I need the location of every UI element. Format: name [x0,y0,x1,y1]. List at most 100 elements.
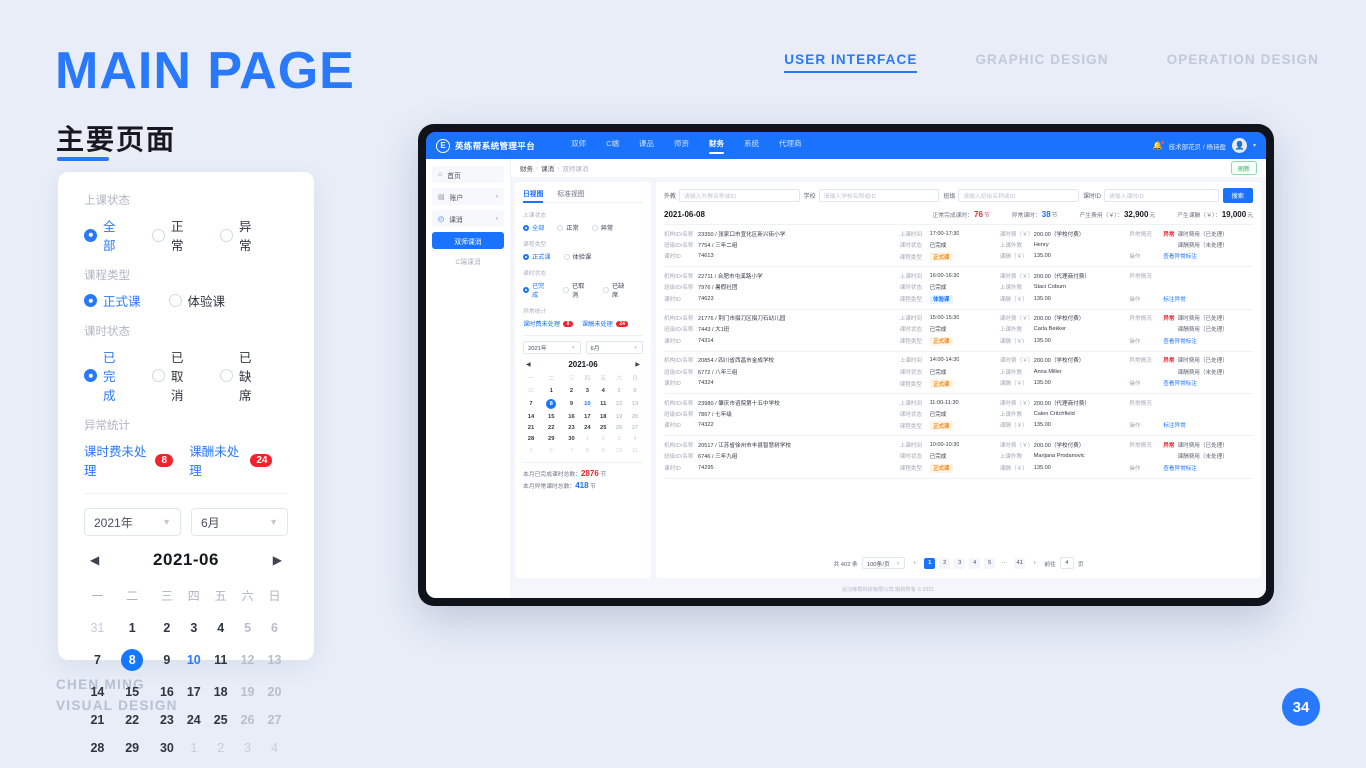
detail-cal-day-cell[interactable]: 30 [153,734,180,762]
app-nav-item-4[interactable]: 财务 [709,138,725,154]
app-cal-day-cell[interactable]: 5 [523,445,539,456]
app-cal-day-cell[interactable]: 1 [539,385,564,396]
app-nav-item-2[interactable]: 课品 [639,138,654,153]
detail-stat-link-0[interactable]: 课时费未处理 8 [84,441,174,479]
detail-cal-day-cell[interactable]: 11 [207,642,234,678]
detail-radio-2-2[interactable]: 已缺席 [220,347,260,404]
sidebar-subitem[interactable]: C端课消 [432,254,504,268]
pagination-page-4[interactable]: 5 [984,557,996,569]
app-cal-day-cell[interactable]: 6 [627,385,643,396]
app-cal-day-cell[interactable]: 9 [564,396,580,411]
app-cal-day-cell[interactable]: 4 [627,434,643,445]
app-cal-day-cell[interactable]: 14 [523,411,539,422]
table-row[interactable]: 机构ID/名称 20854 / 四川省西昌市金成学校 班级ID/名称 6772 / 八… [664,352,1253,395]
detail-cal-day-cell[interactable]: 31 [84,614,111,642]
pagination-page-2[interactable]: 3 [954,557,966,569]
detail-cal-day-cell[interactable]: 2 [153,614,180,642]
app-cal-day-cell[interactable]: 4 [595,385,611,396]
app-radio-0-0[interactable]: 全部 [523,223,544,232]
pagination-next[interactable]: › [1029,558,1040,569]
detail-radio-2-1[interactable]: 已取消 [152,347,192,404]
detail-cal-day-cell[interactable]: 3 [234,734,261,762]
app-cal-day-cell[interactable]: 7 [523,396,539,411]
pagination-page-1[interactable]: 2 [939,557,951,569]
sidebar-item-2[interactable]: ◴ 课消 ▾ [432,210,504,227]
detail-cal-day-cell[interactable]: 4 [261,734,288,762]
app-cal-day-cell[interactable]: 29 [539,434,564,445]
app-cal-day-cell[interactable]: 31 [523,385,539,396]
detail-cal-day-cell[interactable]: 25 [207,706,234,734]
search-input-3[interactable]: 请输入课时ID [1103,189,1219,202]
app-cal-day-cell[interactable]: 10 [579,396,595,411]
detail-cal-day-cell[interactable]: 1 [180,734,207,762]
app-cal-day-cell[interactable]: 2 [564,385,580,396]
table-row[interactable]: 机构ID/名称 22711 / 合肥市屯溪路小学 班级ID/名称 7976 / 暑假社… [664,267,1253,310]
row-action-link[interactable]: 查看异常标注 [1163,337,1197,345]
pagination-page-3[interactable]: 4 [969,557,981,569]
detail-cal-day-cell[interactable]: 19 [234,678,261,706]
search-input-0[interactable]: 请输入外教名称或ID [679,189,800,202]
app-cal-day-cell[interactable]: 7 [564,445,580,456]
detail-cal-day-cell[interactable]: 5 [234,614,261,642]
detail-radio-0-0[interactable]: 全部 [84,216,124,254]
month-select[interactable]: 6月 ▼ [191,508,288,536]
app-radio-2-0[interactable]: 已完成 [523,281,550,299]
pagination-goto-input[interactable]: 4 [1059,557,1074,569]
search-button[interactable]: 搜索 [1222,188,1253,203]
app-cal-day-cell[interactable]: 21 [523,423,539,434]
app-nav-item-6[interactable]: 代理商 [779,138,802,153]
detail-cal-day-cell[interactable]: 10 [180,642,207,678]
app-cal-day-cell[interactable]: 9 [595,445,611,456]
calendar-next-icon[interactable]: ▶ [273,553,282,567]
app-cal-day-cell[interactable]: 18 [595,411,611,422]
detail-radio-2-0[interactable]: 已完成 [84,347,124,404]
detail-cal-day-cell[interactable]: 3 [180,614,207,642]
detail-cal-day-cell[interactable]: 24 [180,706,207,734]
detail-radio-0-2[interactable]: 异常 [220,216,260,254]
app-cal-day-cell[interactable]: 3 [579,385,595,396]
chevron-down-icon[interactable]: ▾ [1253,142,1256,149]
row-action-link[interactable]: 查看异常标注 [1163,464,1197,472]
slide-nav-item-2[interactable]: OPERATION DESIGN [1167,52,1319,73]
detail-cal-day-cell[interactable]: 22 [111,706,154,734]
app-cal-day-cell[interactable]: 3 [611,434,627,445]
detail-cal-day-cell[interactable]: 18 [207,678,234,706]
app-radio-1-1[interactable]: 体验课 [563,252,591,261]
app-cal-day-cell[interactable]: 15 [539,411,564,422]
detail-cal-day-cell[interactable]: 27 [261,706,288,734]
slide-nav-item-1[interactable]: GRAPHIC DESIGN [975,52,1108,73]
detail-cal-day-cell[interactable]: 20 [261,678,288,706]
detail-cal-day-cell[interactable]: 26 [234,706,261,734]
detail-radio-1-1[interactable]: 体验课 [168,291,225,310]
view-tab-1[interactable]: 标准视图 [557,188,584,202]
app-cal-day-cell[interactable]: 20 [627,411,643,422]
app-nav-item-0[interactable]: 双师 [571,138,586,153]
app-cal-day-cell[interactable]: 6 [539,445,564,456]
page-size-select[interactable]: 100条/页 ▼ [861,557,906,569]
app-cal-day-cell[interactable]: 1 [579,434,595,445]
app-cal-day-cell[interactable]: 27 [627,423,643,434]
calendar-prev-icon[interactable]: ◀ [90,553,99,567]
app-radio-0-1[interactable]: 正常 [557,223,579,232]
row-action-link[interactable]: 查看异常标注 [1163,379,1197,387]
detail-cal-day-cell[interactable]: 8 [111,642,154,678]
app-cal-day-cell[interactable]: 23 [564,423,580,434]
detail-cal-day-cell[interactable]: 7 [84,642,111,678]
table-row[interactable]: 机构ID/名称 20517 / 江苏省徐州市丰县智慧树学校 班级ID/名称 6746 … [664,436,1253,479]
detail-cal-day-cell[interactable]: 2 [207,734,234,762]
detail-cal-day-cell[interactable]: 23 [153,706,180,734]
app-radio-2-1[interactable]: 已取消 [563,281,590,299]
app-cal-day-cell[interactable]: 2 [595,434,611,445]
app-stat-link-0[interactable]: 课时费未处理 8 [523,319,573,328]
detail-cal-day-cell[interactable]: 9 [153,642,180,678]
breadcrumb-item-1[interactable]: 课消 [541,163,554,173]
app-cal-day-cell[interactable]: 24 [579,423,595,434]
app-radio-2-2[interactable]: 已缺席 [603,281,630,299]
search-input-2[interactable]: 请输入班级名称或ID [958,189,1079,202]
app-cal-day-cell[interactable]: 16 [564,411,580,422]
detail-cal-day-cell[interactable]: 13 [261,642,288,678]
sidebar-subitem-active[interactable]: 双师课消 [432,232,504,249]
app-radio-1-0[interactable]: 正式课 [523,252,551,261]
app-cal-day-cell[interactable]: 30 [564,434,580,445]
app-stat-link-1[interactable]: 课酬未处理 24 [582,319,629,328]
